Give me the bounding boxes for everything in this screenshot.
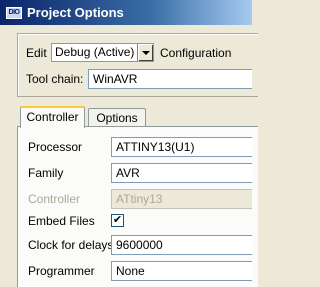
checkmark-icon: ✔	[112, 214, 123, 226]
programmer-field[interactable]: None	[111, 261, 252, 281]
tab-options[interactable]: Options	[88, 108, 146, 128]
configuration-select-value: Debug (Active)	[55, 45, 135, 59]
window-title: Project Options	[27, 5, 124, 20]
programmer-value: None	[116, 264, 145, 278]
processor-field[interactable]: ATTINY13(U1)	[111, 137, 252, 157]
controller-label: Controller	[28, 192, 81, 206]
tab-options-label: Options	[96, 111, 138, 125]
toolchain-label: Tool chain:	[26, 72, 84, 86]
processor-value: ATTINY13(U1)	[116, 140, 195, 154]
tab-controller[interactable]: Controller	[20, 106, 85, 128]
clock-value: 9600000	[116, 238, 163, 252]
clock-label: Clock for delays	[28, 238, 114, 252]
programmer-label: Programmer	[28, 264, 95, 278]
tab-controller-label: Controller	[26, 110, 79, 124]
configuration-select[interactable]: Debug (Active)	[51, 43, 154, 62]
embed-files-label: Embed Files	[28, 214, 95, 228]
embed-files-checkbox[interactable]: ✔	[111, 214, 124, 227]
toolchain-value: WinAVR	[93, 72, 138, 86]
family-label: Family	[28, 166, 64, 180]
chevron-down-icon	[141, 50, 150, 55]
title-bar: DIO Project Options	[0, 0, 252, 25]
toolchain-field[interactable]: WinAVR	[88, 69, 252, 89]
controller-field: ATtiny13	[111, 189, 252, 209]
family-field[interactable]: AVR	[111, 163, 252, 183]
dropdown-button[interactable]	[137, 44, 153, 61]
configuration-label: Configuration	[160, 46, 232, 60]
processor-label: Processor	[28, 140, 83, 154]
edit-label: Edit	[26, 46, 47, 60]
clock-field[interactable]: 9600000	[111, 235, 252, 255]
controller-value: ATtiny13	[116, 192, 163, 206]
app-icon: DIO	[6, 6, 22, 19]
family-value: AVR	[116, 166, 140, 180]
